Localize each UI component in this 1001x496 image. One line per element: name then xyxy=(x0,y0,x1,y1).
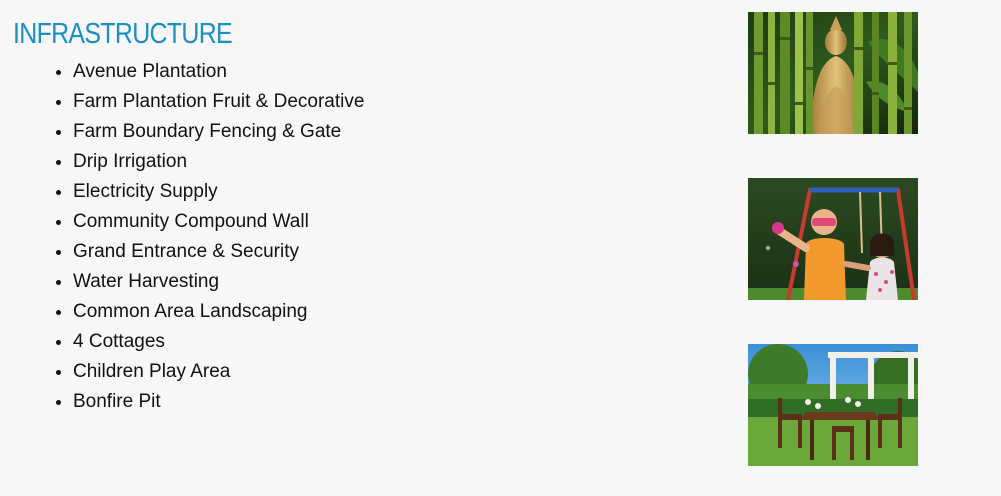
list-item: Farm Boundary Fencing & Gate xyxy=(73,117,364,147)
infrastructure-page: INFRASTRUCTURE Avenue Plantation Farm Pl… xyxy=(0,0,1001,496)
list-item: Farm Plantation Fruit & Decorative xyxy=(73,87,364,117)
list-item: Common Area Landscaping xyxy=(73,297,364,327)
infrastructure-list: Avenue Plantation Farm Plantation Fruit … xyxy=(0,57,364,417)
section-title: INFRASTRUCTURE xyxy=(13,18,233,50)
list-item: Grand Entrance & Security xyxy=(73,237,364,267)
list-item: Avenue Plantation xyxy=(73,57,364,87)
list-item: Community Compound Wall xyxy=(73,207,364,237)
list-item: Children Play Area xyxy=(73,357,364,387)
list-item: Electricity Supply xyxy=(73,177,364,207)
list-item: Drip Irrigation xyxy=(73,147,364,177)
garden-seating-photo xyxy=(748,344,918,466)
list-item: Water Harvesting xyxy=(73,267,364,297)
list-item: 4 Cottages xyxy=(73,327,364,357)
children-playing-photo xyxy=(748,178,918,300)
bamboo-buddha-photo xyxy=(748,12,918,134)
list-item: Bonfire Pit xyxy=(73,387,364,417)
